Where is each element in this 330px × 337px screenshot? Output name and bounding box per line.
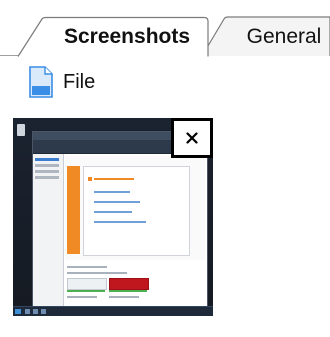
role-status-line bbox=[109, 290, 147, 292]
quick-start-bar bbox=[67, 166, 80, 254]
taskbar-app-icon bbox=[33, 309, 38, 314]
role-text-line bbox=[109, 296, 139, 298]
role-tile-alert bbox=[109, 278, 149, 290]
file-item[interactable]: File bbox=[29, 64, 95, 100]
tab-general-label: General bbox=[246, 25, 322, 48]
tab-screenshots[interactable]: Screenshots bbox=[17, 16, 210, 58]
left-pane-item bbox=[35, 170, 59, 173]
screenshot-panel: General Screenshots File bbox=[0, 0, 330, 337]
welcome-box-line bbox=[94, 201, 140, 203]
role-status-line bbox=[67, 290, 105, 292]
tab-strip: General Screenshots bbox=[0, 0, 330, 58]
tab-general[interactable]: General bbox=[201, 16, 330, 57]
window-left-pane bbox=[33, 154, 64, 308]
role-tile bbox=[67, 278, 107, 290]
roles-heading-line bbox=[67, 266, 107, 268]
welcome-box-line bbox=[94, 178, 134, 180]
roles-subheading-line bbox=[67, 272, 127, 274]
thumbnail-close-button[interactable] bbox=[171, 118, 213, 158]
left-pane-item bbox=[35, 176, 59, 179]
left-pane-item bbox=[35, 164, 59, 167]
taskbar-app-icon bbox=[25, 309, 30, 314]
welcome-box-line bbox=[94, 221, 146, 223]
left-pane-item bbox=[35, 158, 59, 161]
welcome-box-line bbox=[94, 191, 130, 193]
welcome-box bbox=[83, 166, 190, 256]
welcome-box-marker bbox=[88, 177, 92, 181]
taskbar bbox=[13, 306, 213, 316]
tab-screenshots-label: Screenshots bbox=[63, 25, 191, 48]
taskbar-app-icon bbox=[41, 309, 46, 314]
role-text-line bbox=[67, 296, 97, 298]
document-icon bbox=[29, 66, 53, 98]
close-icon bbox=[186, 132, 198, 144]
welcome-box-line bbox=[94, 211, 132, 213]
tab-content-screenshots: File bbox=[0, 56, 330, 337]
start-button-icon bbox=[15, 309, 21, 314]
recycle-bin-icon bbox=[17, 124, 25, 136]
file-label: File bbox=[63, 70, 96, 93]
